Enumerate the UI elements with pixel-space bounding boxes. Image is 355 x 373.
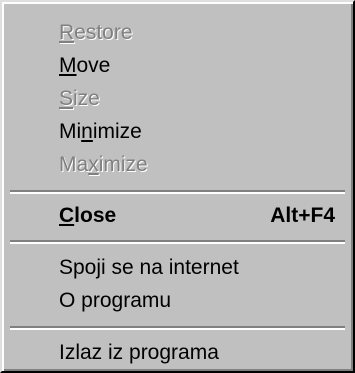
menu-separator [10, 240, 345, 244]
menu-item-close-label: Close [59, 204, 117, 227]
menu-item-exit-program[interactable]: Izlaz iz programa [8, 337, 347, 369]
menu-item-about-label: O programu [59, 289, 172, 312]
menu-item-close[interactable]: Close Alt+F4 [8, 200, 347, 232]
menu-item-close-shortcut: Alt+F4 [270, 204, 335, 227]
menu-item-move-label: Move [59, 54, 111, 77]
menu-item-connect-internet[interactable]: Spoji se na internet [8, 252, 347, 284]
menu-item-size: Size [8, 83, 347, 115]
menu-item-maximize-label: Maximize [59, 153, 148, 176]
menu-item-minimize[interactable]: Minimize [8, 116, 347, 148]
menu-separator [10, 190, 345, 194]
menu-item-exit-program-label: Izlaz iz programa [59, 341, 219, 364]
menu-item-about[interactable]: O programu [8, 285, 347, 317]
menu-item-connect-internet-label: Spoji se na internet [59, 256, 239, 279]
menu-separator [10, 326, 345, 330]
menu-item-restore: Restore [8, 17, 347, 49]
system-menu: Restore Move Size Minimize Maximize Clos… [0, 0, 355, 373]
menu-item-size-label: Size [59, 87, 100, 110]
menu-item-maximize: Maximize [8, 149, 347, 181]
menu-item-minimize-label: Minimize [59, 120, 142, 143]
menu-item-restore-label: Restore [59, 21, 133, 44]
menu-item-move[interactable]: Move [8, 50, 347, 82]
